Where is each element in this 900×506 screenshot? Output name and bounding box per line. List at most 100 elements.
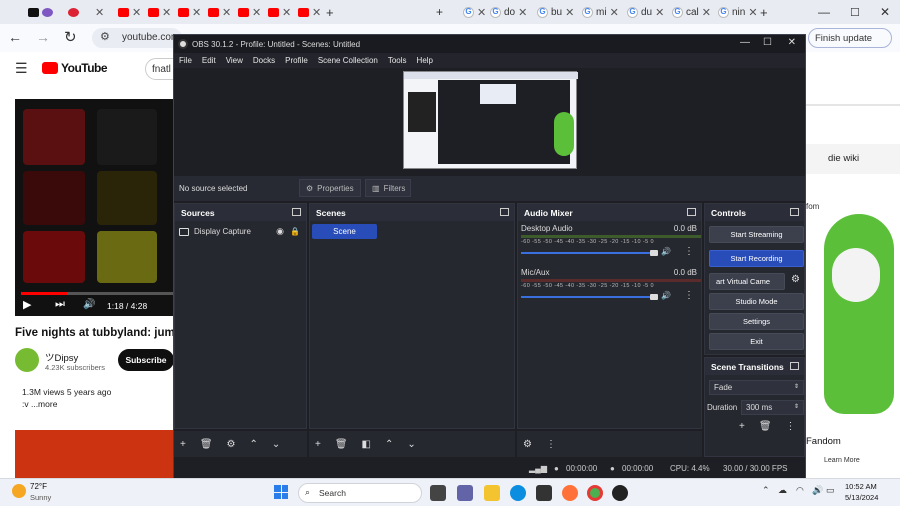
task-view-icon[interactable] (430, 485, 446, 501)
undock-icon[interactable] (687, 208, 696, 216)
speaker-icon[interactable]: 🔊 (661, 291, 671, 300)
slider-handle[interactable] (650, 250, 658, 256)
move-down-icon[interactable]: ⌄ (272, 439, 280, 450)
properties-button[interactable]: ⚙ Properties (299, 179, 361, 197)
weather-temp[interactable]: 72°F (30, 482, 47, 491)
tab[interactable] (28, 4, 53, 20)
undock-icon[interactable] (790, 362, 799, 370)
trash-icon[interactable]: 🗑 (335, 439, 348, 450)
battery-icon[interactable]: ▭ (826, 485, 835, 496)
finish-update-button[interactable]: Finish update (808, 28, 892, 48)
trash-icon[interactable]: 🗑 (759, 421, 772, 432)
clock-date[interactable]: 5/13/2024 (845, 493, 878, 502)
channel-name[interactable]: ツDipsy (45, 350, 78, 364)
add-icon[interactable]: + (180, 439, 186, 450)
speaker-icon[interactable]: 🔊 (661, 247, 671, 256)
file-explorer-icon[interactable] (484, 485, 500, 501)
maximize-icon[interactable]: ☐ (850, 4, 860, 20)
settings-button[interactable]: Settings (709, 313, 804, 330)
description-more[interactable]: :v ...more (22, 399, 57, 409)
subscribe-button[interactable]: Subscribe (118, 349, 174, 371)
weather-sun-icon[interactable] (12, 484, 26, 498)
menu-scene-collection[interactable]: Scene Collection (313, 56, 383, 65)
close-icon[interactable]: ✕ (788, 37, 796, 48)
youtube-logo-icon[interactable] (42, 62, 58, 74)
search-box[interactable]: Search (298, 483, 422, 503)
new-tab-icon[interactable]: + (760, 4, 768, 20)
new-tab-icon[interactable]: + (436, 4, 443, 20)
maximize-icon[interactable]: ☐ (763, 37, 772, 48)
undock-icon[interactable] (292, 208, 301, 216)
tab[interactable]: Gmi ✕ (582, 4, 619, 20)
lock-icon[interactable]: 🔒 (290, 227, 300, 236)
progress-bar[interactable] (21, 292, 175, 295)
move-down-icon[interactable]: ⌄ (407, 439, 415, 450)
onedrive-icon[interactable]: ☁ (778, 485, 787, 496)
minimize-icon[interactable]: — (818, 4, 830, 20)
tab[interactable]: ✕ (95, 4, 104, 20)
reload-icon[interactable]: ↻ (64, 28, 77, 46)
next-icon[interactable]: ⏭ (55, 298, 65, 311)
start-virtual-camera-button[interactable]: art Virtual Came (709, 273, 785, 290)
store-icon[interactable] (536, 485, 552, 501)
gear-icon[interactable]: ⚙ (791, 274, 800, 285)
play-icon[interactable]: ▶ (23, 298, 31, 311)
close-icon[interactable]: ✕ (880, 4, 890, 20)
minimize-icon[interactable]: — (740, 37, 750, 48)
start-recording-button[interactable]: Start Recording (709, 250, 804, 267)
move-up-icon[interactable]: ⌃ (250, 439, 258, 450)
volume-slider[interactable] (521, 296, 656, 298)
add-icon[interactable]: + (315, 439, 321, 450)
more-icon[interactable]: ⋮ (546, 439, 556, 450)
chevron-up-icon[interactable]: ⌃ (762, 485, 770, 496)
tab[interactable]: ✕ (238, 4, 261, 20)
avatar[interactable] (15, 348, 39, 372)
back-icon[interactable]: ← (8, 29, 22, 45)
gear-icon[interactable]: ⚙ (227, 439, 236, 450)
more-icon[interactable]: ⋮ (786, 421, 796, 432)
menu-help[interactable]: Help (412, 56, 438, 65)
exit-button[interactable]: Exit (709, 333, 804, 350)
undock-icon[interactable] (500, 208, 509, 216)
filters-button[interactable]: ▥ Filters (365, 179, 411, 197)
advanced-audio-icon[interactable]: ⚙ (523, 439, 532, 450)
transition-select[interactable]: Fade ⇕ (709, 380, 804, 395)
menu-tools[interactable]: Tools (383, 56, 412, 65)
menu-profile[interactable]: Profile (280, 56, 313, 65)
move-up-icon[interactable]: ⌃ (385, 439, 393, 450)
more-icon[interactable]: ⋮ (684, 246, 694, 257)
teams-icon[interactable] (457, 485, 473, 501)
tab[interactable]: Gbu ✕ (537, 4, 574, 20)
more-icon[interactable]: ⋮ (684, 290, 694, 301)
studio-mode-button[interactable]: Studio Mode (709, 293, 804, 310)
edge-icon[interactable] (510, 485, 526, 501)
forward-icon[interactable]: → (36, 29, 50, 45)
spinner-icon[interactable]: ⇕ (794, 403, 799, 410)
tab[interactable]: Gnin ✕ (718, 4, 758, 20)
wifi-icon[interactable]: ◠ (796, 485, 804, 496)
tab[interactable]: ✕ (208, 4, 231, 20)
close-icon[interactable]: ✕ (95, 6, 104, 19)
start-icon[interactable] (274, 485, 288, 499)
tab[interactable]: Gdu ✕ (627, 4, 664, 20)
menu-docks[interactable]: Docks (248, 56, 280, 65)
trash-icon[interactable]: 🗑 (200, 439, 213, 450)
volume-slider[interactable] (521, 252, 656, 254)
tab[interactable]: ✕ (298, 4, 321, 20)
scene-filters-icon[interactable]: ◧ (362, 439, 371, 450)
site-info-icon[interactable]: ⚙ (100, 30, 110, 43)
tab[interactable] (68, 4, 79, 20)
source-item[interactable]: Display Capture ◉ 🔒 (179, 224, 304, 239)
tab[interactable]: ✕ (268, 4, 291, 20)
preview-area[interactable] (174, 68, 805, 176)
menu-file[interactable]: File (174, 56, 197, 65)
tab[interactable]: Gcal ✕ (672, 4, 711, 20)
recommended-thumbnail[interactable] (15, 430, 175, 478)
tab[interactable]: G ✕ (463, 4, 486, 20)
menu-edit[interactable]: Edit (197, 56, 221, 65)
firefox-icon[interactable] (562, 485, 578, 501)
obs-icon[interactable] (612, 485, 628, 501)
add-icon[interactable]: + (739, 421, 745, 432)
learn-more-link[interactable]: Learn More (824, 457, 860, 464)
chrome-icon[interactable] (587, 485, 603, 501)
